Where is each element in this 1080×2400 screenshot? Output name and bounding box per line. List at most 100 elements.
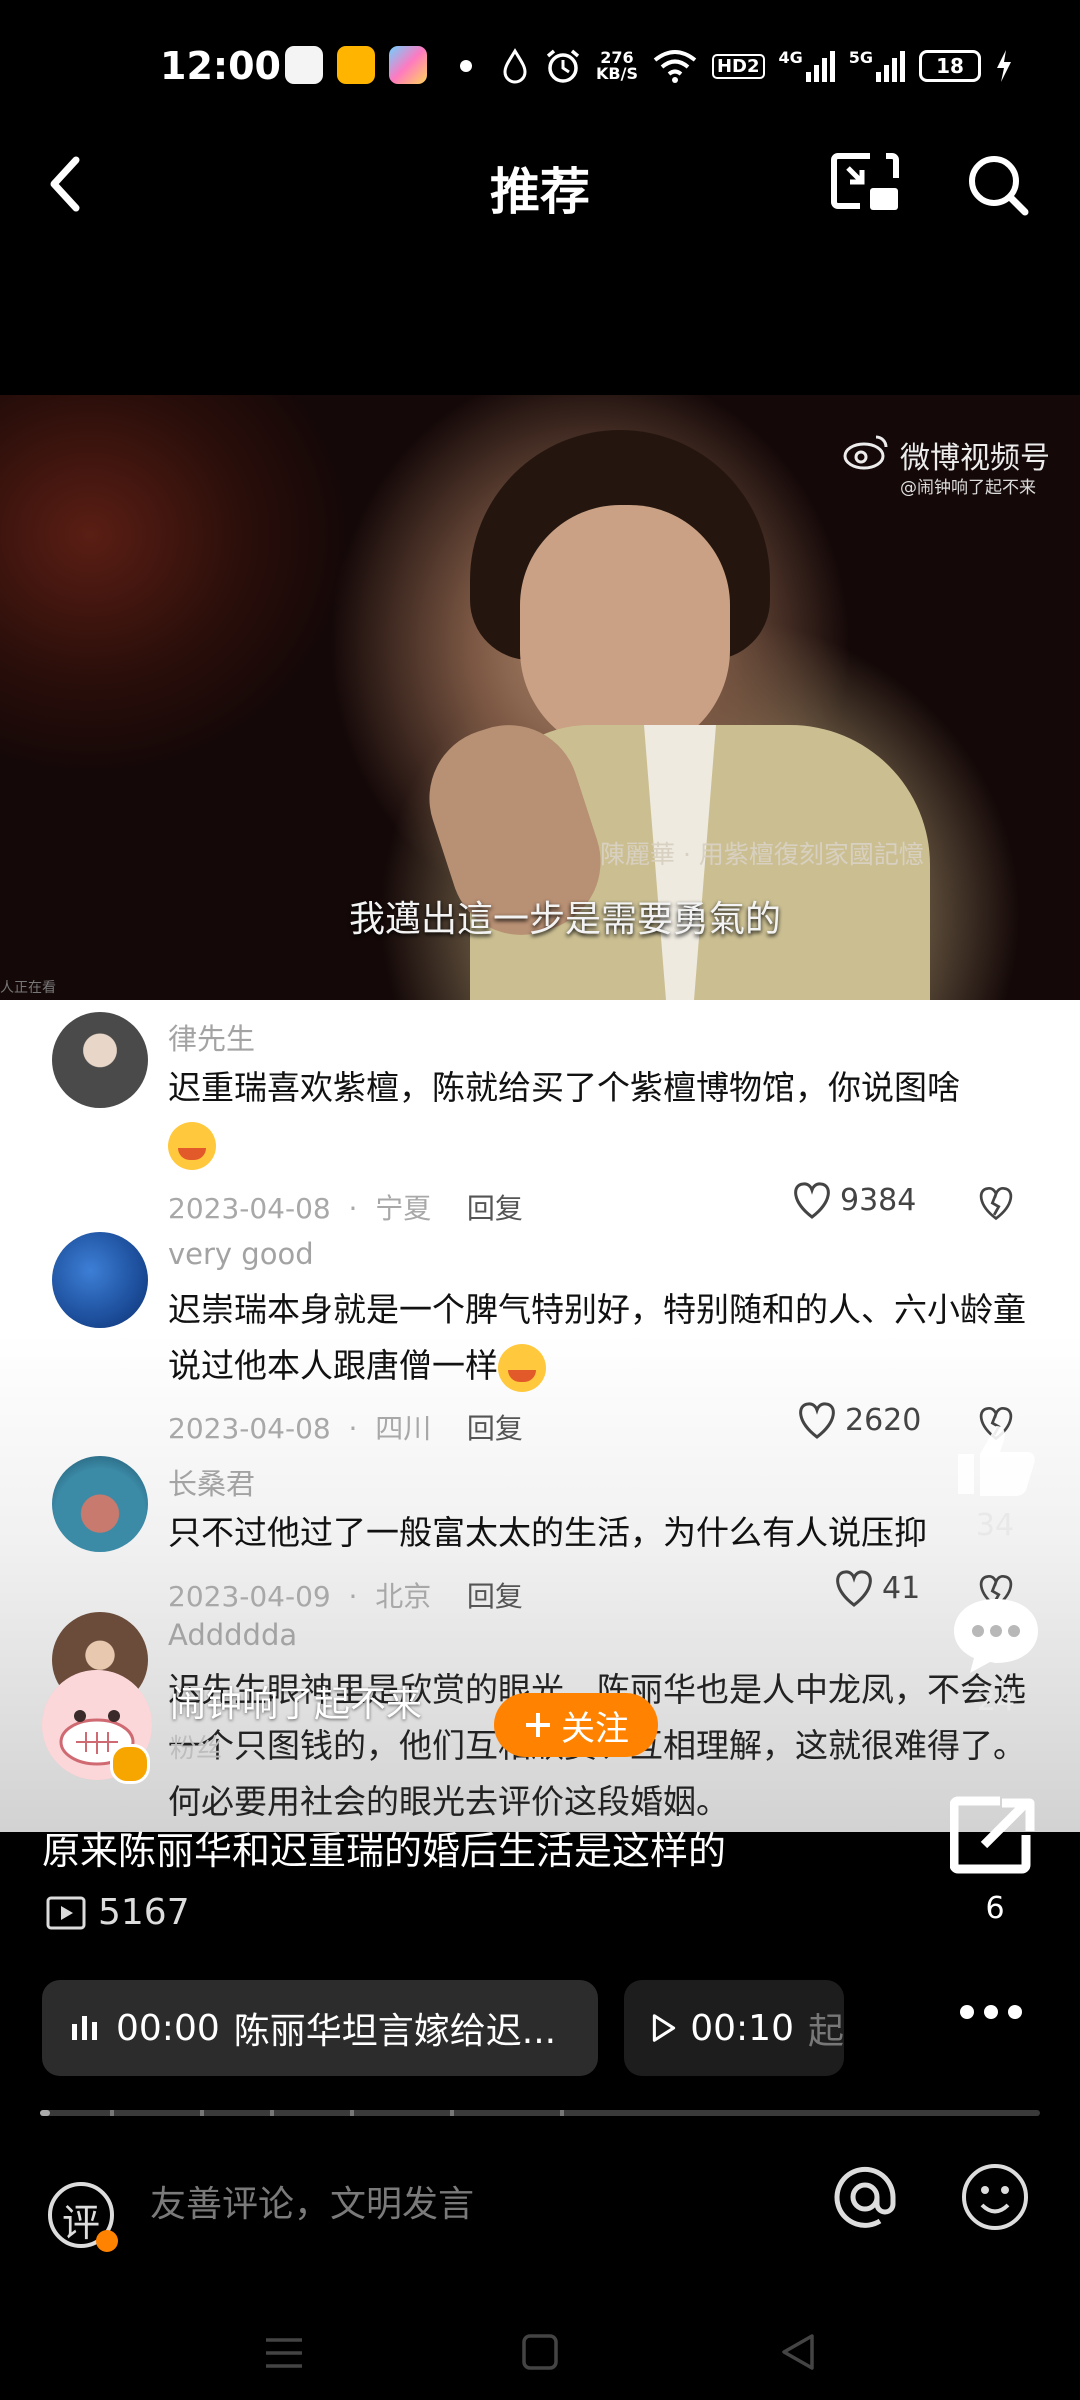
video-title: 原来陈丽华和迟重瑞的婚后生活是这样的 — [42, 1829, 727, 1873]
more-notifications-dot-icon — [460, 60, 472, 72]
chapter-tick — [560, 2110, 564, 2116]
chapter-text: 起 — [807, 2011, 844, 2052]
video-subtitle: 我邁出這一步是需要勇氣的 — [348, 899, 781, 940]
comment-count: 24 — [976, 1683, 1016, 1718]
chapter-time: 00:00 — [116, 2007, 220, 2049]
plus-icon — [526, 1713, 550, 1737]
signal-2: 5G — [849, 50, 906, 82]
comment-meta: 2023-04-08 · 宁夏 回复 — [168, 1192, 523, 1225]
app-notification-icon — [285, 46, 323, 84]
comment-like-count: 41 — [882, 1570, 921, 1606]
author-name[interactable]: 闹钟响了起不来 — [170, 1675, 422, 1727]
share-action[interactable]: 6 — [949, 1795, 1040, 1926]
mention-icon[interactable] — [830, 2162, 900, 2232]
top-nav: 推荐 — [0, 130, 1080, 240]
alarm-icon — [546, 49, 580, 83]
watermark-sub: @闹钟响了起不来 — [900, 478, 1036, 498]
status-time: 12:00 — [160, 44, 281, 88]
comment-input[interactable]: 友善评论，文明发言 — [150, 2175, 474, 2227]
play-icon — [652, 2014, 676, 2042]
comment-badge-dot-icon — [96, 2230, 118, 2252]
reply-button[interactable]: 回复 — [467, 1580, 523, 1613]
chapter-text: 陈丽华坦言嫁给迟... — [233, 2011, 557, 2052]
broken-heart-icon[interactable] — [976, 1183, 1016, 1223]
water-drop-icon — [503, 48, 527, 84]
video-player[interactable]: 微博视频号 @闹钟响了起不来 陳麗華 · 用紫檀復刻家國記憶 我邁出這一步是需要… — [0, 395, 1080, 1000]
gallery-notification-icon — [389, 46, 427, 84]
audio-bars-icon — [72, 2016, 97, 2040]
view-count: 5167 — [46, 1892, 190, 1933]
emoji-icon[interactable] — [960, 2162, 1030, 2232]
signal-1: 4G — [779, 50, 835, 82]
comment-username[interactable]: 律先生 — [168, 1016, 255, 1058]
watermark-title: 微博视频号 — [900, 441, 1050, 476]
hd-voice-badge: HD2 — [711, 53, 765, 79]
comment-avatar[interactable] — [52, 1012, 148, 1108]
heart-icon — [794, 1182, 830, 1219]
comment-like-count: 9384 — [840, 1182, 917, 1218]
share-count: 6 — [985, 1891, 1005, 1926]
comment-avatar[interactable] — [52, 1456, 148, 1552]
video-edge-text: 人正在看 — [0, 980, 56, 996]
video-progress-fill — [40, 2110, 50, 2116]
heart-icon — [836, 1570, 872, 1607]
crying-laughing-emoji-icon — [498, 1343, 546, 1392]
back-nav-icon[interactable] — [778, 2332, 818, 2372]
wifi-icon — [653, 50, 697, 83]
comment-meta: 2023-04-08 · 四川 回复 — [168, 1412, 523, 1445]
video-scene-face — [520, 505, 730, 755]
thumbs-up-icon — [958, 1426, 1035, 1496]
video-progress-bar[interactable] — [40, 2110, 1040, 2116]
comment-badge-icon[interactable]: 评 — [46, 2180, 118, 2252]
net-speed: 276 KB/S — [596, 48, 638, 83]
like-action[interactable]: 34 — [950, 1420, 1040, 1543]
chapter-chip[interactable]: 00:10 起 — [624, 1980, 844, 2076]
menu-icon[interactable] — [262, 2334, 306, 2372]
chapter-time: 00:10 — [690, 2007, 794, 2049]
comment-action[interactable]: 24 — [950, 1595, 1042, 1718]
reply-button[interactable]: 回复 — [467, 1412, 523, 1445]
comment-like-button[interactable]: 9384 — [790, 1180, 916, 1220]
comment-text: 迟重瑞喜欢紫檀，陈就给买了个紫檀博物馆，你说图啥 — [168, 1060, 1028, 1172]
comment-like-button[interactable]: 41 — [832, 1568, 920, 1608]
verified-badge-icon — [110, 1744, 150, 1784]
comment-username[interactable]: very good — [168, 1237, 314, 1271]
comment-text: 迟崇瑞本身就是一个脾气特别好，特别随和的人、六小龄童说过他本人跟唐僧一样 — [168, 1282, 1028, 1394]
picture-in-picture-icon[interactable] — [830, 150, 902, 216]
status-indicators: 276 KB/S HD2 4G 5G 18 — [500, 44, 1013, 88]
chapter-tick — [270, 2110, 274, 2116]
video-lower-third: 陳麗華 · 用紫檀復刻家國記憶 — [600, 840, 924, 869]
charging-icon — [997, 50, 1012, 82]
author-fans: 粉丝 — [170, 1734, 223, 1764]
battery-icon: 18 — [919, 50, 982, 82]
follow-button[interactable]: 关注 — [494, 1693, 658, 1757]
search-icon[interactable] — [965, 152, 1031, 218]
comment-username[interactable]: Adddddа — [168, 1618, 297, 1652]
like-count: 34 — [975, 1508, 1015, 1543]
home-icon[interactable] — [520, 2332, 560, 2372]
comment-bubble-icon — [954, 1599, 1038, 1673]
weibo-logo-icon — [843, 435, 888, 470]
page-title: 推荐 — [490, 163, 590, 221]
chapter-tick — [450, 2110, 454, 2116]
comment-username[interactable]: 长桑君 — [168, 1461, 255, 1503]
chapter-chip[interactable]: 00:00 陈丽华坦言嫁给迟... — [42, 1980, 598, 2076]
comment-text: 只不过他过了一般富太太的生活，为什么有人说压抑 — [168, 1513, 927, 1552]
play-count-icon — [46, 1896, 86, 1929]
comment-avatar[interactable] — [52, 1232, 148, 1328]
comment-like-button[interactable]: 2620 — [795, 1400, 921, 1440]
heart-icon — [799, 1402, 835, 1439]
status-bar: 12:00 276 KB/S HD2 4G 5G 18 — [0, 0, 1080, 130]
signal-bars-icon — [876, 51, 906, 82]
more-options-icon[interactable] — [960, 2005, 1022, 2019]
chapter-tick — [350, 2110, 354, 2116]
signal-bars-icon — [805, 51, 835, 82]
comment-like-count: 2620 — [845, 1402, 922, 1438]
weibo-notification-icon — [337, 46, 375, 84]
chapter-tick — [200, 2110, 204, 2116]
share-icon — [949, 1796, 1035, 1874]
comment-meta: 2023-04-09 · 北京 回复 — [168, 1580, 523, 1613]
reply-button[interactable]: 回复 — [467, 1192, 523, 1225]
follow-label: 关注 — [561, 1708, 629, 1749]
laughing-emoji-icon — [168, 1121, 216, 1170]
